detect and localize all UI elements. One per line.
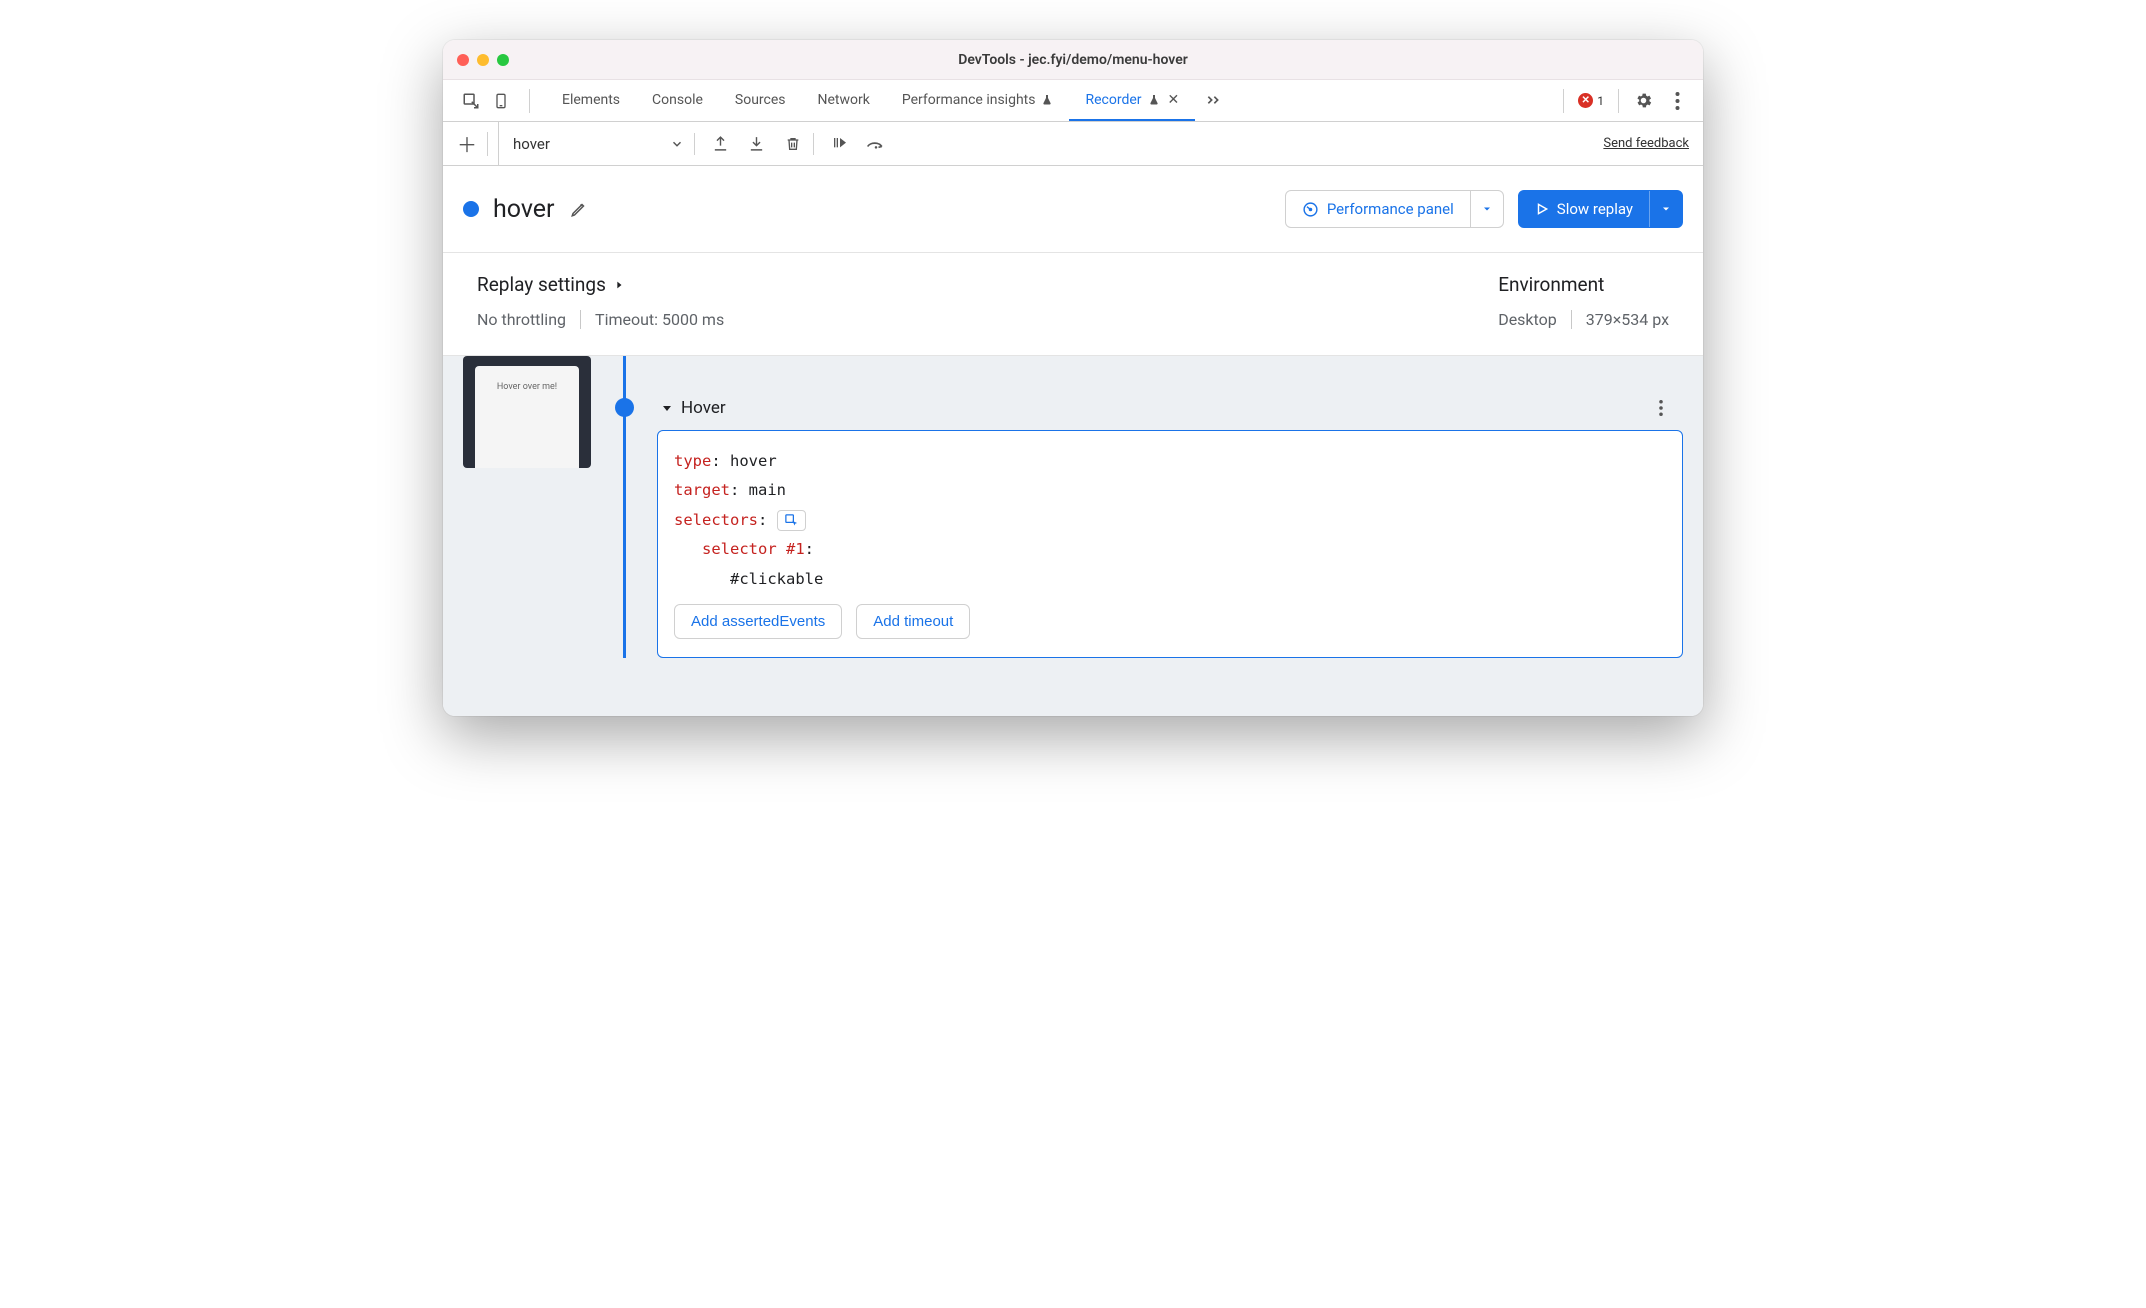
export-icon[interactable]: [711, 134, 731, 154]
timeout-value: Timeout: 5000 ms: [595, 310, 724, 329]
recording-name: hover: [493, 195, 555, 224]
triangle-down-icon: [661, 402, 673, 414]
tab-sources[interactable]: Sources: [719, 80, 802, 121]
prop-target[interactable]: target: main: [674, 476, 1666, 505]
flask-icon: [1148, 93, 1160, 107]
slow-replay-button[interactable]: Slow replay: [1518, 190, 1683, 228]
settings-icon[interactable]: [1633, 91, 1653, 111]
separator: [487, 132, 488, 156]
step-toggle[interactable]: Hover: [661, 398, 726, 418]
selector-value[interactable]: #clickable: [674, 565, 1666, 594]
gauge-icon: [1302, 201, 1319, 218]
devtools-window: DevTools - jec.fyi/demo/menu-hover Eleme…: [443, 40, 1703, 716]
separator: [1563, 89, 1564, 113]
prop-type[interactable]: type: hover: [674, 447, 1666, 476]
step-over-icon[interactable]: [866, 134, 886, 154]
import-icon[interactable]: [747, 134, 767, 154]
add-asserted-events-button[interactable]: Add assertedEvents: [674, 604, 842, 639]
kebab-menu-icon[interactable]: [1667, 91, 1687, 111]
edit-name-icon[interactable]: [569, 199, 589, 219]
separator: [813, 133, 814, 155]
device-toolbar-icon[interactable]: [491, 91, 511, 111]
tab-performance-insights[interactable]: Performance insights: [886, 80, 1070, 121]
more-tabs-icon[interactable]: [1195, 80, 1231, 121]
thumbnail-caption: Hover over me!: [475, 366, 579, 468]
delete-icon[interactable]: [783, 134, 803, 154]
recording-status-icon: [463, 201, 479, 217]
timeline: [609, 356, 639, 658]
tab-console[interactable]: Console: [636, 80, 719, 121]
environment-heading: Environment: [1498, 273, 1669, 296]
send-feedback-link[interactable]: Send feedback: [1603, 136, 1689, 151]
recording-header: hover Performance panel: [443, 166, 1703, 253]
replay-settings-toggle[interactable]: Replay settings: [477, 273, 724, 296]
step-thumbnail[interactable]: Hover over me!: [463, 356, 591, 468]
settings-row: Replay settings No throttling Timeout: 5…: [443, 253, 1703, 356]
device-value: Desktop: [1498, 310, 1557, 329]
tab-network[interactable]: Network: [802, 80, 886, 121]
close-window-icon[interactable]: [457, 54, 469, 66]
inspect-element-icon[interactable]: [461, 91, 481, 111]
new-recording-icon[interactable]: ＋: [457, 134, 477, 154]
chevron-right-icon: [614, 278, 624, 292]
recording-select[interactable]: hover: [498, 122, 684, 165]
step-play-icon[interactable]: [830, 134, 850, 154]
step-kebab-icon[interactable]: [1651, 398, 1671, 418]
element-picker-icon[interactable]: [777, 510, 806, 531]
add-timeout-button[interactable]: Add timeout: [856, 604, 970, 639]
step-details: type: hover target: main selectors: sele…: [657, 430, 1683, 658]
separator: [1571, 310, 1572, 329]
window-title: DevTools - jec.fyi/demo/menu-hover: [443, 52, 1703, 68]
titlebar: DevTools - jec.fyi/demo/menu-hover: [443, 40, 1703, 80]
zoom-window-icon[interactable]: [497, 54, 509, 66]
flask-icon: [1041, 93, 1053, 107]
separator: [580, 310, 581, 329]
error-badge[interactable]: ✕ 1: [1578, 93, 1604, 108]
tabbar: Elements Console Sources Network Perform…: [443, 80, 1703, 122]
error-icon: ✕: [1578, 93, 1593, 108]
chevron-down-icon: [670, 137, 684, 151]
viewport-value: 379×534 px: [1586, 310, 1669, 329]
replay-dropdown-icon[interactable]: [1649, 191, 1682, 227]
separator: [1618, 89, 1619, 113]
close-tab-icon[interactable]: ✕: [1168, 92, 1180, 108]
traffic-lights: [457, 54, 509, 66]
tab-recorder[interactable]: Recorder ✕: [1069, 80, 1195, 121]
steps-area: Hover over me! Hover: [443, 356, 1703, 716]
recorder-toolbar: ＋ hover: [443, 122, 1703, 166]
timeline-step-marker: [615, 398, 634, 417]
performance-dropdown-icon[interactable]: [1470, 191, 1503, 227]
separator: [694, 133, 695, 155]
tab-elements[interactable]: Elements: [546, 80, 636, 121]
prop-selector-1[interactable]: selector #1:: [674, 535, 1666, 564]
performance-panel-button[interactable]: Performance panel: [1285, 190, 1504, 228]
throttling-value: No throttling: [477, 310, 566, 329]
minimize-window-icon[interactable]: [477, 54, 489, 66]
play-icon: [1535, 202, 1549, 216]
prop-selectors[interactable]: selectors:: [674, 506, 1666, 535]
separator: [529, 89, 530, 113]
